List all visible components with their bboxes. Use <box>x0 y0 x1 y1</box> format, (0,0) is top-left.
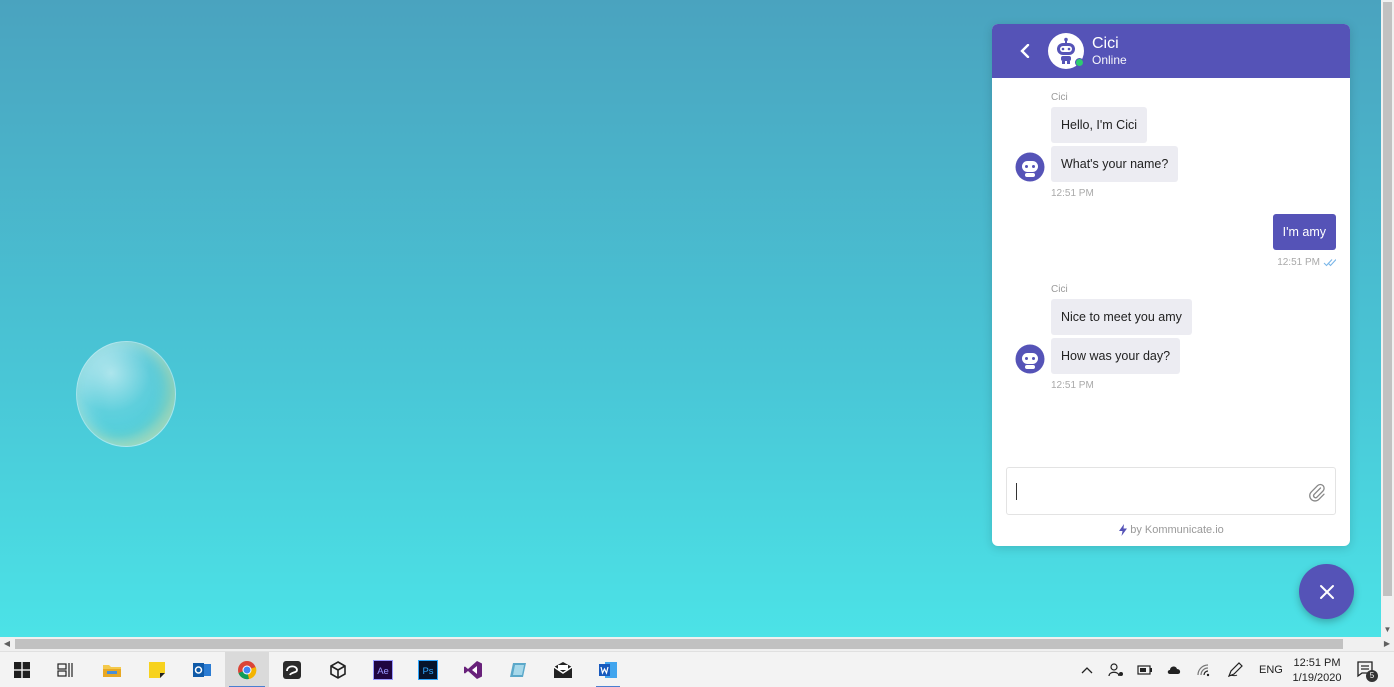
received-message: What's your name? <box>1051 146 1179 182</box>
powered-by[interactable]: by Kommunicate.io <box>992 524 1350 536</box>
taskbar-inkscape[interactable] <box>270 652 314 687</box>
inkscape-icon <box>283 661 301 679</box>
taskbar-outlook[interactable] <box>180 652 224 687</box>
online-status-dot <box>1075 58 1084 67</box>
svg-text:Ae: Ae <box>377 666 389 677</box>
horizontal-scroll-thumb[interactable] <box>15 639 1343 649</box>
tray-pen[interactable] <box>1226 661 1244 679</box>
bot-avatar <box>1048 33 1084 69</box>
chat-widget: Cici Online Cici Hello, I'm Cici What's … <box>992 24 1350 546</box>
pen-icon <box>1227 662 1243 678</box>
sticky-notes-icon <box>149 662 165 678</box>
tray-battery[interactable] <box>1136 661 1154 679</box>
message-sender: Cici <box>1051 92 1068 103</box>
visual-studio-icon <box>464 661 482 679</box>
message-avatar <box>1015 344 1045 374</box>
sent-time-label: 12:51 PM <box>1277 257 1320 268</box>
message-avatar <box>1015 152 1045 182</box>
lightning-icon <box>1119 524 1128 536</box>
wifi-icon <box>1197 664 1210 677</box>
taskbar-unity[interactable] <box>316 652 360 687</box>
taskbar-word[interactable] <box>586 652 630 687</box>
mail-icon <box>553 662 573 678</box>
show-hidden-icons[interactable] <box>1078 661 1096 679</box>
received-message: How was your day? <box>1051 338 1181 374</box>
people-icon <box>1108 663 1123 677</box>
soap-bubble-decoration <box>76 341 176 447</box>
tray-wifi[interactable] <box>1195 661 1213 679</box>
scroll-down-arrow[interactable]: ▼ <box>1381 625 1394 635</box>
notification-count-badge: 5 <box>1366 670 1378 682</box>
received-message: Hello, I'm Cici <box>1051 107 1148 143</box>
page-viewport: Cici Online Cici Hello, I'm Cici What's … <box>0 0 1381 637</box>
action-center-button[interactable]: 5 <box>1356 660 1378 682</box>
folder-icon <box>103 665 121 677</box>
received-message: Nice to meet you amy <box>1051 299 1192 335</box>
vertical-scroll-thumb[interactable] <box>1383 2 1392 596</box>
message-timestamp: 12:51 PM <box>1051 188 1094 199</box>
robot-icon <box>1015 152 1045 182</box>
svg-text:Ps: Ps <box>422 666 433 677</box>
taskbar-app[interactable] <box>496 652 540 687</box>
tray-onedrive[interactable] <box>1165 661 1183 679</box>
outlook-icon <box>193 663 211 677</box>
message-input[interactable] <box>1015 478 1295 504</box>
chat-header: Cici Online <box>992 24 1350 78</box>
battery-icon <box>1137 665 1152 675</box>
taskbar-photoshop[interactable]: Ps <box>406 652 450 687</box>
message-sender: Cici <box>1051 284 1068 295</box>
paperclip-icon <box>1309 483 1325 502</box>
windows-logo-icon <box>14 662 30 678</box>
attach-button[interactable] <box>1307 482 1327 502</box>
chevron-left-icon <box>1020 44 1030 58</box>
input-language[interactable]: ENG <box>1259 664 1283 676</box>
text-caret <box>1016 483 1017 500</box>
tray-people[interactable] <box>1107 661 1125 679</box>
after-effects-icon: Ae <box>373 660 393 680</box>
scroll-right-arrow[interactable]: ▶ <box>1381 637 1393 651</box>
back-button[interactable] <box>1014 40 1036 62</box>
taskbar-sticky-notes[interactable] <box>135 652 179 687</box>
message-timestamp: 12:51 PM <box>1051 380 1094 391</box>
message-composer <box>1006 467 1336 515</box>
contact-name: Cici <box>1092 35 1119 52</box>
start-button[interactable] <box>0 652 44 687</box>
contact-status: Online <box>1092 53 1127 67</box>
sent-message: I'm amy <box>1272 214 1336 250</box>
chevron-up-icon <box>1081 667 1093 674</box>
task-view-icon <box>57 663 73 677</box>
taskbar-file-explorer[interactable] <box>90 652 134 687</box>
double-check-icon <box>1323 259 1336 267</box>
taskbar-visual-studio[interactable] <box>451 652 495 687</box>
vertical-scrollbar[interactable]: ▼ <box>1381 0 1394 637</box>
word-icon <box>599 662 617 678</box>
horizontal-scrollbar[interactable]: ◀ ▶ <box>0 637 1394 651</box>
taskbar-mail[interactable] <box>541 652 585 687</box>
chrome-icon <box>238 661 257 680</box>
taskbar-chrome[interactable] <box>225 652 269 687</box>
close-chat-button[interactable] <box>1299 564 1354 619</box>
unity-icon <box>330 661 346 679</box>
windows-taskbar: Ae Ps ENG 12:51 PM 1/19/2020 5 <box>0 651 1394 687</box>
sent-timestamp: 12:51 PM <box>1277 257 1336 268</box>
clock-date: 1/19/2020 <box>1292 672 1342 684</box>
app-icon <box>510 663 526 677</box>
clock-time: 12:51 PM <box>1293 657 1341 669</box>
close-icon <box>1319 584 1334 599</box>
photoshop-icon: Ps <box>418 660 438 680</box>
cloud-icon <box>1167 666 1181 674</box>
system-clock[interactable]: 12:51 PM 1/19/2020 <box>1289 656 1345 686</box>
powered-by-label: by Kommunicate.io <box>1130 524 1224 536</box>
message-list: Cici Hello, I'm Cici What's your name? 1… <box>992 78 1350 464</box>
scroll-left-arrow[interactable]: ◀ <box>1 637 13 651</box>
task-view-button[interactable] <box>44 652 88 687</box>
taskbar-after-effects[interactable]: Ae <box>361 652 405 687</box>
robot-icon <box>1015 344 1045 374</box>
